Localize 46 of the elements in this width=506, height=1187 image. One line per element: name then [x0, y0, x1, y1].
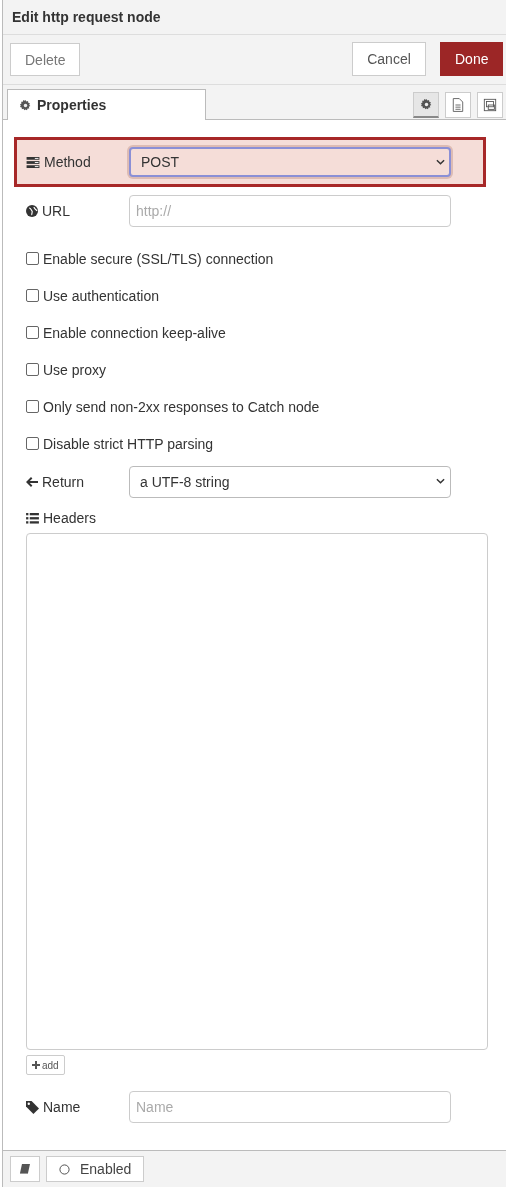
rows-icon	[26, 156, 40, 168]
caret-icon	[436, 159, 445, 165]
cancel-button[interactable]: Cancel	[352, 42, 426, 76]
globe-icon	[26, 205, 38, 217]
caret-icon	[436, 478, 445, 484]
circle-icon	[59, 1163, 70, 1175]
checkbox-label: Disable strict HTTP parsing	[43, 435, 214, 452]
checkbox-label: Use authentication	[43, 287, 159, 304]
field-label: Name	[43, 1099, 81, 1115]
checkbox[interactable]	[26, 326, 39, 339]
checkbox-label: Use proxy	[43, 361, 107, 378]
frame-icon	[483, 98, 497, 112]
field-label: Return	[42, 474, 85, 490]
checkbox[interactable]	[26, 363, 39, 376]
document-icon	[452, 98, 464, 112]
checkbox-label: Only send non-2xx responses to Catch node	[43, 398, 320, 415]
plus-icon	[32, 1061, 40, 1069]
help-button[interactable]	[10, 1156, 40, 1182]
list-icon	[26, 512, 39, 524]
done-button[interactable]: Done	[440, 42, 503, 76]
field-label: Headers	[43, 510, 96, 526]
dropdown[interactable]: a UTF-8 string	[129, 466, 451, 498]
add-button[interactable]: add	[26, 1055, 65, 1075]
checkbox-label: Enable secure (SSL/TLS) connection	[43, 250, 274, 267]
delete-button[interactable]: Delete	[10, 43, 80, 76]
side-tab[interactable]	[413, 92, 439, 118]
settings-icon	[20, 99, 31, 111]
book-icon	[19, 1163, 31, 1175]
field-label: URL	[42, 203, 70, 219]
arrow-left-icon	[26, 476, 38, 488]
checkbox-label: Enable connection keep-alive	[43, 324, 226, 341]
checkbox[interactable]	[26, 400, 39, 413]
window-title: Edit http request node	[12, 9, 161, 25]
tab[interactable]: Properties	[7, 89, 206, 120]
dropdown[interactable]: POST	[129, 147, 451, 177]
field-label: Method	[44, 154, 91, 170]
checkbox[interactable]	[26, 437, 39, 450]
enabled-toggle[interactable]: Enabled	[46, 1156, 145, 1182]
tag-icon	[26, 1100, 39, 1114]
side-tab[interactable]	[445, 92, 471, 118]
input-field[interactable]: Name	[129, 1091, 451, 1123]
input-field[interactable]: http://	[129, 195, 451, 227]
checkbox[interactable]	[26, 289, 39, 302]
side-tab[interactable]	[477, 92, 503, 118]
settings-icon	[420, 99, 432, 110]
checkbox[interactable]	[26, 252, 39, 265]
